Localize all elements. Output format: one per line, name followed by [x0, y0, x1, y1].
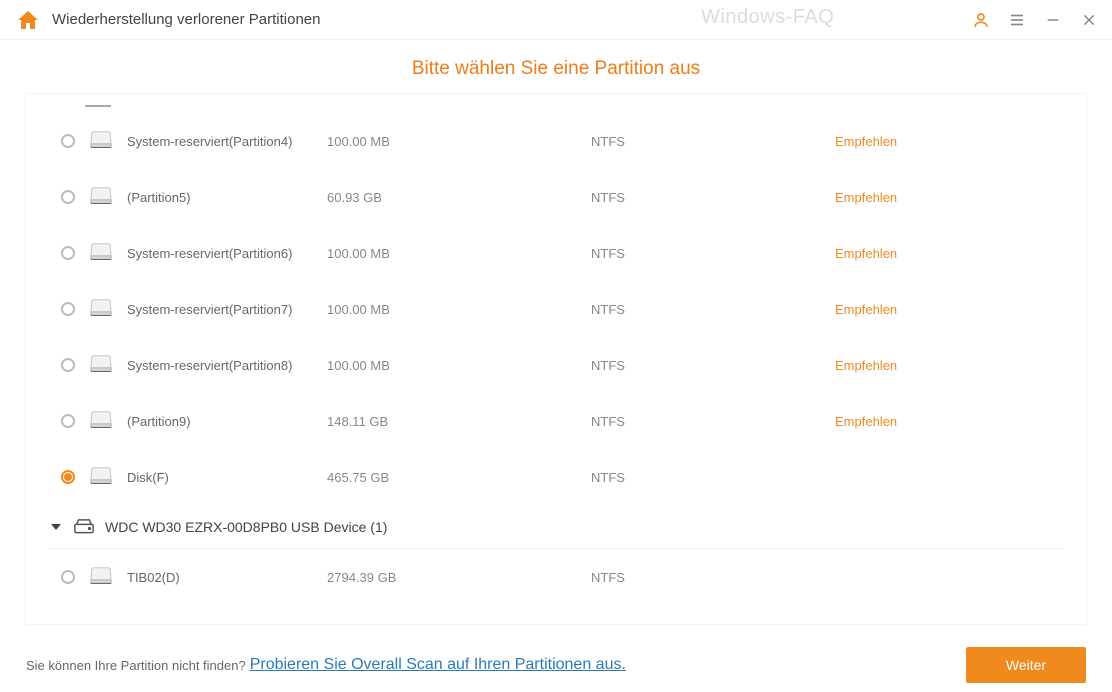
partition-name: (Partition9) [127, 414, 313, 429]
partition-size: 100.00 MB [327, 302, 577, 317]
partition-row[interactable]: Disk(F) 465.75 GB NTFS [49, 449, 1063, 505]
recommend-link[interactable]: Empfehlen [835, 358, 897, 373]
recommend-link[interactable]: Empfehlen [835, 134, 897, 149]
partition-row[interactable]: System-reserviert(Partition4) 100.00 MB NT… [49, 113, 1063, 169]
partition-name: TIB02(D) [127, 570, 313, 585]
page-heading: Bitte wählen Sie eine Partition aus [0, 40, 1112, 94]
partition-filesystem: NTFS [591, 470, 821, 485]
minimize-icon[interactable] [1044, 11, 1062, 29]
chevron-down-icon [51, 524, 61, 530]
partition-radio[interactable] [61, 414, 75, 428]
partition-filesystem: NTFS [591, 134, 821, 149]
titlebar: Wiederherstellung verlorener Partitionen… [0, 0, 1112, 40]
drive-icon [89, 466, 113, 488]
drive-icon [89, 186, 113, 208]
partition-name: Disk(F) [127, 470, 313, 485]
partition-row[interactable]: System-reserviert(Partition7) 100.00 MB NT… [49, 281, 1063, 337]
partition-row[interactable]: TIB02(D) 2794.39 GB NTFS [49, 549, 1063, 605]
recommend-link[interactable]: Empfehlen [835, 190, 897, 205]
close-icon[interactable] [1080, 11, 1098, 29]
home-icon[interactable] [16, 8, 40, 32]
partition-radio[interactable] [61, 134, 75, 148]
recommend-link[interactable]: Empfehlen [835, 246, 897, 261]
recommend-link[interactable]: Empfehlen [835, 302, 897, 317]
drive-icon [89, 130, 113, 152]
partition-name: System-reserviert(Partition4) [127, 134, 313, 149]
device-name: WDC WD30 EZRX-00D8PB0 USB Device (1) [105, 519, 387, 535]
previous-row-stub [85, 103, 111, 107]
partition-radio[interactable] [61, 246, 75, 260]
partition-size: 465.75 GB [327, 470, 577, 485]
partition-size: 100.00 MB [327, 134, 577, 149]
drive-icon [89, 298, 113, 320]
partition-radio[interactable] [61, 470, 75, 484]
partition-radio[interactable] [61, 358, 75, 372]
partition-filesystem: NTFS [591, 302, 821, 317]
partition-name: System-reserviert(Partition8) [127, 358, 313, 373]
drive-icon [89, 354, 113, 376]
partition-scroll[interactable]: System-reserviert(Partition4) 100.00 MB NT… [27, 95, 1085, 623]
partition-filesystem: NTFS [591, 414, 821, 429]
recommend-link[interactable]: Empfehlen [835, 414, 897, 429]
window-controls [972, 0, 1098, 40]
partition-size: 100.00 MB [327, 246, 577, 261]
external-drive-icon [73, 518, 95, 536]
menu-icon[interactable] [1008, 11, 1026, 29]
footer: Sie können Ihre Partition nicht finden? … [0, 638, 1112, 692]
partition-name: System-reserviert(Partition7) [127, 302, 313, 317]
partition-size: 100.00 MB [327, 358, 577, 373]
partition-size: 148.11 GB [327, 414, 577, 429]
partition-size: 60.93 GB [327, 190, 577, 205]
overall-scan-link[interactable]: Probieren Sie Overall Scan auf Ihren Par… [250, 656, 626, 674]
partition-row[interactable]: System-reserviert(Partition6) 100.00 MB NT… [49, 225, 1063, 281]
window-title: Wiederherstellung verlorener Partitionen [52, 11, 320, 28]
partition-name: System-reserviert(Partition6) [127, 246, 313, 261]
partition-row[interactable]: (Partition5) 60.93 GB NTFS Empfehlen [49, 169, 1063, 225]
footer-text: Sie können Ihre Partition nicht finden? [26, 658, 246, 673]
partition-radio[interactable] [61, 190, 75, 204]
drive-icon [89, 566, 113, 588]
partition-row[interactable]: System-reserviert(Partition8) 100.00 MB NT… [49, 337, 1063, 393]
partition-radio[interactable] [61, 302, 75, 316]
drive-icon [89, 410, 113, 432]
partition-filesystem: NTFS [591, 246, 821, 261]
partition-filesystem: NTFS [591, 358, 821, 373]
partition-row[interactable]: (Partition9) 148.11 GB NTFS Empfehlen [49, 393, 1063, 449]
partition-radio[interactable] [61, 570, 75, 584]
watermark: Windows-FAQ [701, 6, 834, 29]
device-group-header[interactable]: WDC WD30 EZRX-00D8PB0 USB Device (1) [49, 505, 1063, 549]
partition-name: (Partition5) [127, 190, 313, 205]
partition-filesystem: NTFS [591, 190, 821, 205]
user-icon[interactable] [972, 11, 990, 29]
drive-icon [89, 242, 113, 264]
partition-size: 2794.39 GB [327, 570, 577, 585]
partition-filesystem: NTFS [591, 570, 821, 585]
next-button[interactable]: Weiter [966, 647, 1086, 683]
partition-list-container: System-reserviert(Partition4) 100.00 MB NT… [26, 94, 1086, 624]
